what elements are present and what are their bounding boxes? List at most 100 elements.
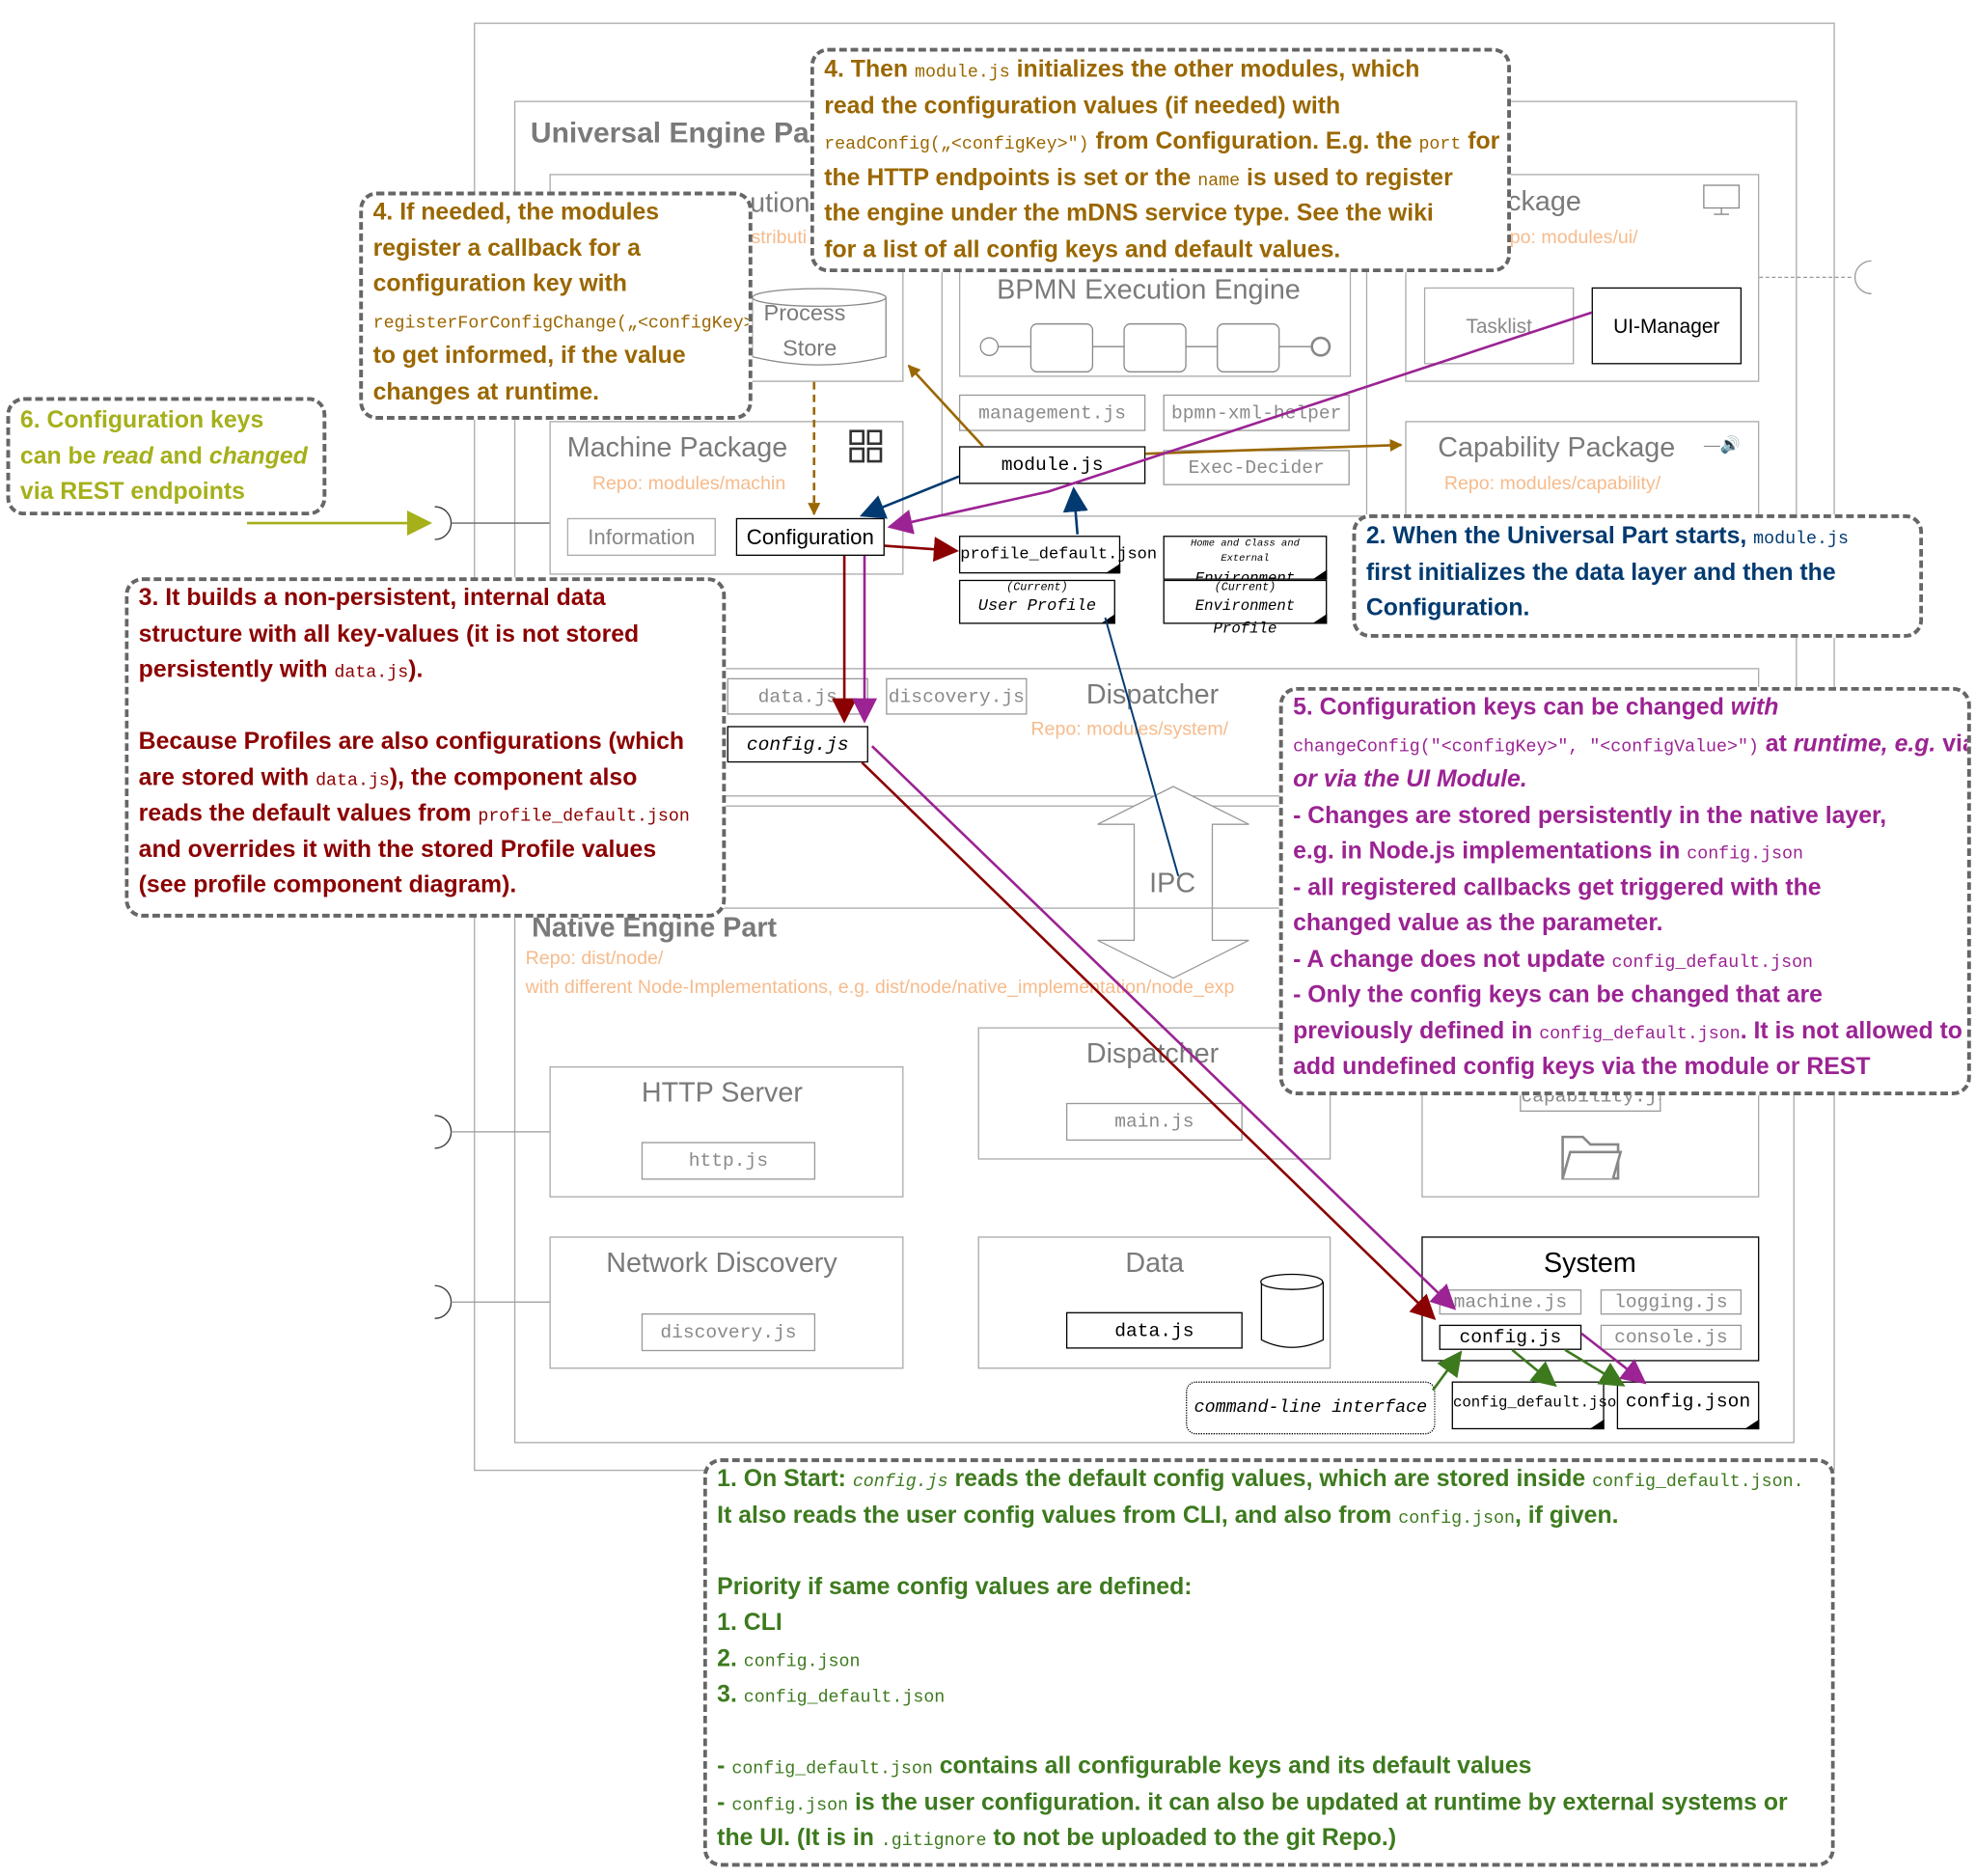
- note-line: readConfig(„<configKey>") from Configura…: [824, 124, 1500, 160]
- note-text: runtime, e.g.: [1793, 730, 1936, 758]
- note-line: are stored with data.js), the component …: [139, 760, 712, 796]
- note-text: - Only the config keys can be changed th…: [1293, 981, 1823, 1008]
- code-text: .gitignore: [880, 1831, 987, 1852]
- code-text: registerForConfigChange(„<configKey>", c…: [372, 313, 753, 334]
- note-line: to get informed, if the value: [373, 339, 739, 374]
- note-line: 1. CLI: [717, 1606, 1821, 1642]
- note-text: . It is not allowed to: [1740, 1017, 1962, 1045]
- code-text: config.json: [1687, 844, 1803, 865]
- note-text: to not be uploaded to the git Repo.): [986, 1825, 1397, 1852]
- note-text: at: [1758, 730, 1794, 758]
- note-text: 2.: [717, 1645, 744, 1672]
- note-line: via REST endpoints: [20, 475, 313, 510]
- note-line: registerForConfigChange(„<configKey>", c…: [373, 303, 749, 339]
- code-text: config_default.json: [1611, 952, 1814, 973]
- code-text: readConfig(„<configKey>"): [824, 134, 1089, 155]
- note-text: - all registered callbacks get triggered…: [1293, 873, 1822, 901]
- note-text: read the configuration values (if needed…: [824, 92, 1341, 120]
- note-line: register a callback for a: [373, 232, 739, 267]
- note-line: 4. If needed, the modules: [373, 195, 739, 231]
- code-text: data.js: [334, 663, 409, 683]
- note-text: for: [1461, 128, 1500, 155]
- arrow-config-js-to-config-json: [1564, 1348, 1626, 1387]
- arrow-ui-manager-to-configuration: [887, 311, 1593, 535]
- note-line: persistently with data.js).: [139, 653, 712, 689]
- note-text: 5. Configuration keys can be changed: [1293, 694, 1731, 722]
- note-text: - A change does not update: [1293, 946, 1612, 973]
- note-line: 3. config_default.json: [717, 1677, 1821, 1713]
- note-text: first initializes the data layer and the…: [1365, 559, 1836, 586]
- note-text: to get informed, if the value: [372, 343, 686, 370]
- code-text: profile_default.json: [478, 806, 690, 827]
- note-line: 3. It builds a non-persistent, internal …: [139, 581, 712, 617]
- arrow-profile-to-module: [1062, 486, 1088, 535]
- code-text: config_default.json.: [1592, 1472, 1804, 1493]
- note-text: via REST: [1942, 730, 1967, 758]
- note-4-module-initializes: 4. Then module.js initializes the other …: [810, 47, 1512, 273]
- arrow-system-config-to-config-json: [1580, 1332, 1647, 1385]
- line-profile-to-ipc: [1104, 617, 1180, 877]
- note-text: reads the default values from: [138, 800, 479, 827]
- note-text: or via the UI Module.: [1293, 766, 1527, 793]
- note-text: the engine under the mDNS service type. …: [824, 200, 1434, 228]
- code-text: config.json: [731, 1795, 849, 1816]
- note-line: changes at runtime.: [373, 375, 739, 411]
- note-line: 4. Then module.js initializes the other …: [824, 53, 1496, 89]
- note-text: -: [717, 1789, 732, 1816]
- note-text: 1. CLI: [717, 1609, 782, 1637]
- note-line: [139, 689, 712, 725]
- note-text: structure with all key-values (it is not…: [138, 621, 640, 648]
- note-text: - Changes are stored persistently in the…: [1293, 802, 1887, 829]
- note-text: and: [152, 443, 209, 470]
- note-line: Because Profiles are also configurations…: [139, 725, 712, 760]
- note-2-universal-start: 2. When the Universal Part starts, modul…: [1352, 513, 1924, 638]
- note-line: e.g. in Node.js implementations in confi…: [1293, 835, 1957, 870]
- code-text: config.json: [743, 1651, 861, 1672]
- note-line: 2. config.json: [717, 1642, 1821, 1677]
- note-text: -: [717, 1752, 732, 1780]
- arrow-cli-to-config-js: [1432, 1350, 1463, 1392]
- code-text: changeConfig("<configKey>", "<configValu…: [1293, 736, 1759, 758]
- note-line: changed value as the parameter.: [1293, 906, 1957, 942]
- component-diagram: Universal Engine Pa ution stributi Proce…: [0, 0, 1976, 1876]
- note-text: configuration key with: [372, 270, 627, 298]
- note-text: changed value as the parameter.: [1293, 910, 1663, 937]
- note-text: via REST endpoints: [19, 479, 245, 506]
- note-text: Configuration.: [1365, 594, 1530, 621]
- note-6-rest-endpoints: 6. Configuration keys can be read and cha…: [6, 397, 327, 516]
- note-line: It also reads the user config values fro…: [717, 1498, 1821, 1533]
- note-4-register-callback: 4. If needed, the modules register a call…: [359, 191, 753, 420]
- note-text: ), the component also: [389, 764, 638, 791]
- note-line: read the configuration values (if needed…: [824, 89, 1496, 124]
- note-line: 2. When the Universal Part starts, modul…: [1366, 519, 1909, 555]
- note-text: 4. Then: [824, 56, 915, 84]
- note-line: [717, 1714, 1821, 1750]
- code-text: config.json: [1398, 1507, 1515, 1529]
- arrow-module-to-process-store: [907, 364, 984, 448]
- code-text: port: [1418, 134, 1462, 155]
- note-text: 1. On Start:: [717, 1466, 853, 1493]
- code-text: config.js: [852, 1472, 948, 1493]
- note-line: for a list of all config keys and defaul…: [824, 233, 1496, 268]
- code-text: config_default.json: [731, 1759, 933, 1780]
- note-line: - all registered callbacks get triggered…: [1293, 870, 1957, 906]
- note-line: - config_default.json contains all confi…: [717, 1750, 1821, 1785]
- note-line: Priority if same config values are defin…: [717, 1570, 1821, 1606]
- note-3-internal-data: 3. It builds a non-persistent, internal …: [124, 577, 727, 918]
- code-text: config_default.json: [1539, 1024, 1741, 1045]
- code-text: data.js: [316, 770, 390, 791]
- note-text: Priority if same config values are defin…: [717, 1573, 1193, 1601]
- note-line: structure with all key-values (it is not…: [139, 617, 712, 652]
- note-5-change-config: 5. Configuration keys can be changed wit…: [1278, 686, 1971, 1096]
- arrow-module-to-configuration: [859, 475, 960, 519]
- note-line: - Only the config keys can be changed th…: [1293, 979, 1957, 1014]
- arrow-config-js-to-config-default: [1511, 1348, 1557, 1388]
- note-text: 3.: [717, 1681, 744, 1708]
- note-text: 3. It builds a non-persistent, internal …: [138, 585, 606, 612]
- note-text: previously defined in: [1293, 1017, 1540, 1045]
- code-text: config_default.json: [743, 1687, 946, 1708]
- note-line: can be read and changed: [20, 439, 313, 475]
- note-text: ).: [408, 656, 424, 683]
- note-line: reads the default values from profile_de…: [139, 796, 712, 832]
- note-line: Configuration.: [1366, 592, 1909, 627]
